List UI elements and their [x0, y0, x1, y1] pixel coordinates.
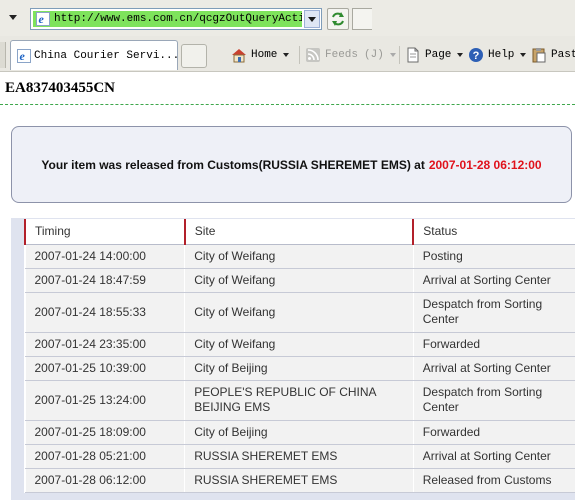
page-content: EA837403455CN Your item was released fro… [0, 73, 575, 501]
timing-cell: 2007-01-24 18:55:33 [24, 292, 185, 333]
status-cell: Despatch from Sorting Center [412, 292, 575, 333]
timing-cell: 2007-01-25 13:24:00 [24, 380, 185, 421]
site-cell: City of Weifang [184, 268, 414, 293]
home-label: Home [251, 49, 278, 61]
paste-label: Past [551, 49, 575, 61]
status-cell: Forwarded [412, 420, 575, 445]
status-message: Your item was released from Customs(RUSS… [41, 157, 425, 172]
status-cell: Arrival at Sorting Center [412, 356, 575, 381]
help-label: Help [488, 49, 515, 61]
status-cell: Arrival at Sorting Center [412, 268, 575, 293]
site-cell: City of Weifang [184, 244, 414, 269]
feeds-label: Feeds [325, 49, 359, 61]
refresh-button[interactable] [327, 8, 349, 30]
tracking-number: EA837403455CN [5, 80, 116, 96]
table-row: 2007-01-28 06:12:00 RUSSIA SHEREMET EMS … [24, 468, 575, 493]
table-row: 2007-01-25 13:24:00 PEOPLE'S REPUBLIC OF… [24, 380, 575, 421]
tracking-table-panel: Timing Site Status 2007-01-24 14:00:00 C… [11, 218, 575, 500]
address-text: http://www.ems.com.cn/qcgzOutQueryAction… [54, 13, 302, 25]
feeds-dropdown-icon[interactable] [389, 53, 396, 57]
ie-page-icon: e [17, 48, 31, 63]
site-cell: City of Weifang [184, 292, 414, 333]
paste-button[interactable]: Past [531, 46, 575, 64]
page-label: Page [425, 49, 452, 61]
column-header-status: Status [412, 219, 575, 245]
feeds-button[interactable]: Feeds (J) [305, 46, 396, 64]
site-cell: City of Weifang [184, 332, 414, 357]
timing-cell: 2007-01-24 18:47:59 [24, 268, 185, 293]
help-dropdown-icon[interactable] [520, 53, 527, 57]
table-row: 2007-01-25 10:39:00 City of Beijing Arri… [24, 356, 575, 381]
home-icon [232, 49, 246, 63]
status-cell: Arrival at Sorting Center [412, 444, 575, 469]
tab-command-row: e China Courier Servi... Home Feeds (J) [0, 36, 575, 72]
timing-cell: 2007-01-28 05:21:00 [24, 444, 185, 469]
table-row: 2007-01-25 18:09:00 City of Beijing Forw… [24, 420, 575, 445]
ie-page-icon: e [36, 12, 50, 26]
table-row: 2007-01-24 23:35:00 City of Weifang Forw… [24, 332, 575, 357]
feeds-icon [306, 48, 320, 62]
recent-pages-dropdown-icon[interactable] [7, 13, 19, 23]
timing-cell: 2007-01-24 23:35:00 [24, 332, 185, 357]
site-cell: RUSSIA SHEREMET EMS [184, 468, 414, 493]
column-header-timing: Timing [24, 219, 185, 245]
page-icon [407, 47, 419, 63]
status-time: 2007-01-28 06:12:00 [428, 157, 542, 172]
timing-cell: 2007-01-25 10:39:00 [24, 356, 185, 381]
feeds-count: (J) [364, 49, 384, 61]
tab-title: China Courier Servi... [34, 49, 180, 62]
refresh-icon [332, 12, 344, 26]
column-header-site: Site [183, 219, 414, 245]
table-header-row: Timing Site Status [24, 219, 575, 245]
divider [0, 104, 575, 105]
home-button[interactable]: Home [231, 46, 290, 64]
table-row: 2007-01-24 18:47:59 City of Weifang Arri… [24, 268, 575, 293]
status-cell: Posting [412, 244, 575, 269]
home-dropdown-icon[interactable] [283, 53, 290, 57]
site-cell: RUSSIA SHEREMET EMS [184, 444, 414, 469]
svg-text:e: e [39, 12, 45, 26]
timing-cell: 2007-01-28 06:12:00 [24, 468, 185, 493]
site-cell: City of Beijing [184, 356, 414, 381]
status-cell: Despatch from Sorting Center [412, 380, 575, 421]
help-icon: ? [469, 48, 483, 62]
svg-text:?: ? [473, 50, 480, 62]
command-separator [299, 46, 300, 64]
table-row: 2007-01-24 18:55:33 City of Weifang Desp… [24, 292, 575, 333]
tracking-table: Timing Site Status 2007-01-24 14:00:00 C… [24, 219, 575, 493]
address-bar-row: e http://www.ems.com.cn/qcgzOutQueryActi… [0, 0, 575, 36]
page-menu-button[interactable]: Page [405, 46, 464, 64]
status-cell: Forwarded [412, 332, 575, 357]
stop-button[interactable] [352, 8, 372, 30]
svg-text:e: e [20, 49, 26, 63]
timing-cell: 2007-01-25 18:09:00 [24, 420, 185, 445]
favorites-center-button[interactable] [0, 42, 6, 68]
command-separator [399, 46, 400, 64]
address-dropdown-button[interactable] [304, 10, 320, 28]
page-dropdown-icon[interactable] [457, 53, 464, 57]
timing-cell: 2007-01-24 14:00:00 [24, 244, 185, 269]
address-bar[interactable]: e http://www.ems.com.cn/qcgzOutQueryActi… [30, 8, 322, 30]
paste-icon [532, 48, 546, 63]
site-cell: PEOPLE'S REPUBLIC OF CHINA BEIJING EMS [184, 380, 414, 421]
status-cell: Released from Customs [412, 468, 575, 493]
site-cell: City of Beijing [184, 420, 414, 445]
status-summary: Your item was released from Customs(RUSS… [11, 126, 572, 203]
address-field[interactable]: e http://www.ems.com.cn/qcgzOutQueryActi… [33, 11, 302, 27]
new-tab-button[interactable] [181, 44, 207, 68]
table-row: 2007-01-24 14:00:00 City of Weifang Post… [24, 244, 575, 269]
help-menu-button[interactable]: ? Help [468, 46, 527, 64]
table-row: 2007-01-28 05:21:00 RUSSIA SHEREMET EMS … [24, 444, 575, 469]
tab-china-courier[interactable]: e China Courier Servi... [10, 40, 180, 70]
